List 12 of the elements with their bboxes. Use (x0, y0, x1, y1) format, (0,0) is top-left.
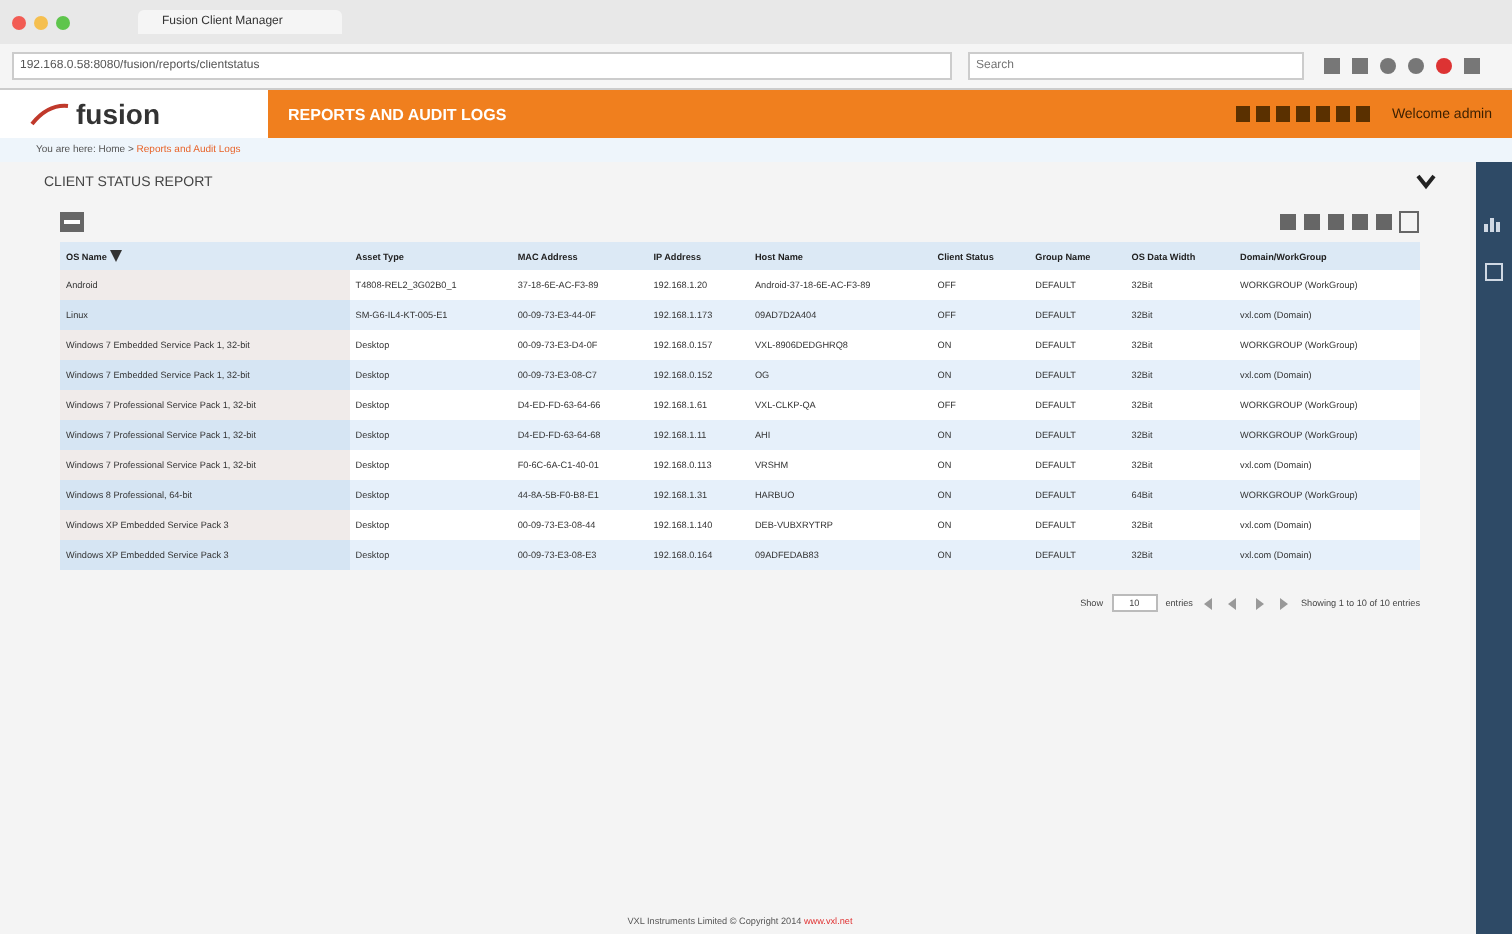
fusion-logo: fusion (0, 90, 268, 138)
chart-icon[interactable] (1484, 214, 1504, 234)
sort-arrow-icon (110, 250, 123, 262)
pagination-arrows-drawing[interactable] (1200, 595, 1293, 611)
document-icon[interactable] (1484, 262, 1504, 282)
header-icons-drawing (1235, 104, 1376, 124)
page-title: REPORTS AND AUDIT LOGS (288, 105, 509, 123)
collapse-button[interactable] (60, 212, 84, 232)
export-icons-drawing[interactable] (1280, 210, 1420, 234)
close-window-icon[interactable] (12, 15, 26, 29)
chevron-down-icon[interactable] (1416, 174, 1436, 190)
minus-icon (64, 214, 80, 230)
